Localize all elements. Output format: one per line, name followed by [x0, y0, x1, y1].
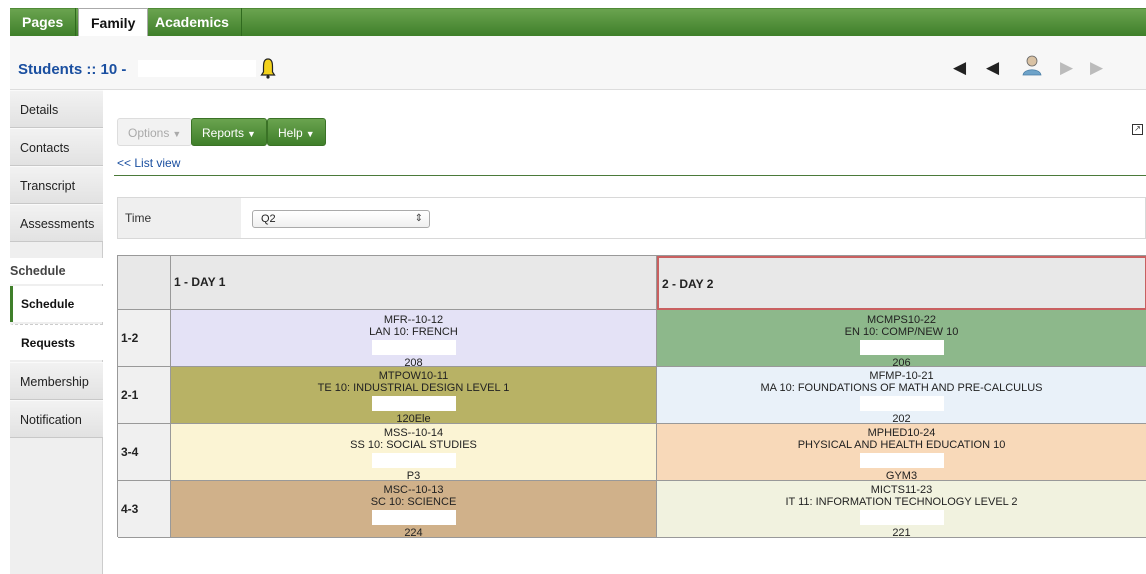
main-content: Options ▼ Reports ▼ Help ▼ ↗ << List view T…: [104, 90, 1146, 574]
first-record-icon[interactable]: ◀: [953, 58, 966, 78]
class-room: 224: [404, 527, 423, 538]
last-record-icon[interactable]: ▶: [1090, 58, 1103, 78]
reports-button[interactable]: Reports ▼: [191, 118, 267, 146]
schedule-grid: 1 - DAY 1 2 - DAY 2 1-2 MFR--10-12 LAN 1…: [117, 255, 1146, 538]
period-label: 1-2: [118, 310, 171, 367]
class-room: GYM3: [885, 470, 918, 481]
sidebar-item-transcript[interactable]: Transcript: [10, 166, 103, 204]
sidebar-item-details[interactable]: Details: [10, 90, 103, 128]
sidebar-item-contacts[interactable]: Contacts: [10, 128, 103, 166]
redacted-teacher: [371, 340, 456, 355]
class-title: EN 10: COMP/NEW 10: [844, 326, 959, 338]
class-cell[interactable]: MFR--10-12 LAN 10: FRENCH 208: [171, 310, 657, 367]
top-tab-bar: Pages Family Academics: [0, 0, 1146, 37]
student-profile-icon[interactable]: [1022, 54, 1042, 76]
class-cell[interactable]: MSS--10-14 SS 10: SOCIAL STUDIES P3: [171, 424, 657, 481]
time-filter-row: Time Q2 ⇕: [117, 197, 1146, 239]
redacted-teacher: [859, 396, 944, 411]
chevron-down-icon: ▼: [247, 129, 256, 139]
period-label: 2-1: [118, 367, 171, 424]
page-header: Students :: 10 - ◀ ◀ ▶ ▶: [10, 36, 1146, 90]
redacted-teacher: [371, 453, 456, 468]
class-code: MICTS11-23: [870, 484, 933, 496]
sidebar-item-assessments[interactable]: Assessments: [10, 204, 103, 242]
class-title: IT 11: INFORMATION TECHNOLOGY LEVEL 2: [785, 496, 1018, 508]
sidebar-group-schedule[interactable]: Schedule: [10, 258, 103, 284]
toolbar-divider: [114, 175, 1146, 176]
chevron-down-icon: ▼: [305, 129, 315, 139]
redacted-teacher: [859, 510, 944, 525]
class-room: 221: [892, 527, 911, 538]
class-code: MFR--10-12: [383, 314, 444, 326]
class-room: 120Ele: [396, 413, 431, 424]
class-title: TE 10: INDUSTRIAL DESIGN LEVEL 1: [317, 382, 510, 394]
class-code: MTPOW10-11: [378, 370, 449, 382]
class-code: MPHED10-24: [867, 427, 936, 439]
day2-header: 2 - DAY 2: [657, 256, 1146, 310]
class-room: 208: [404, 357, 423, 367]
select-arrows-icon: ⇕: [414, 213, 423, 224]
help-button[interactable]: Help ▼: [267, 118, 326, 146]
class-cell[interactable]: MTPOW10-11 TE 10: INDUSTRIAL DESIGN LEVE…: [171, 367, 657, 424]
class-code: MSS--10-14: [383, 427, 444, 439]
redacted-teacher: [371, 396, 456, 411]
redacted-teacher: [859, 453, 944, 468]
popout-window-icon[interactable]: ↗: [1132, 124, 1143, 135]
redacted-student-name: [138, 60, 256, 77]
period-label: 4-3: [118, 481, 171, 538]
class-title: LAN 10: FRENCH: [369, 326, 458, 338]
class-cell[interactable]: MFMP-10-21 MA 10: FOUNDATIONS OF MATH AN…: [657, 367, 1146, 424]
class-cell[interactable]: MSC--10-13 SC 10: SCIENCE 224: [171, 481, 657, 538]
next-record-icon[interactable]: ▶: [1060, 58, 1073, 78]
sidebar-item-notification[interactable]: Notification: [10, 400, 103, 438]
class-title: SC 10: SCIENCE: [370, 496, 457, 508]
class-title: SS 10: SOCIAL STUDIES: [350, 439, 477, 451]
bell-alert-icon[interactable]: [260, 57, 276, 79]
class-code: MFMP-10-21: [869, 370, 934, 382]
left-sidebar: Details Contacts Transcript Assessments …: [10, 90, 103, 574]
day1-header: 1 - DAY 1: [171, 256, 657, 310]
class-cell[interactable]: MICTS11-23 IT 11: INFORMATION TECHNOLOGY…: [657, 481, 1146, 538]
page-title: Students :: 10 -: [18, 61, 127, 78]
class-title: PHYSICAL AND HEALTH EDUCATION 10: [797, 439, 1006, 451]
class-code: MSC--10-13: [383, 484, 444, 496]
sidebar-subitem-schedule[interactable]: Schedule: [10, 286, 103, 322]
sidebar-item-membership[interactable]: Membership: [10, 362, 103, 400]
tab-academics[interactable]: Academics: [143, 8, 242, 36]
class-room: 206: [892, 357, 911, 367]
list-view-link[interactable]: << List view: [117, 156, 180, 170]
previous-record-icon[interactable]: ◀: [986, 58, 999, 78]
time-select[interactable]: Q2 ⇕: [252, 210, 430, 228]
class-code: MCMPS10-22: [866, 314, 937, 326]
period-label: 3-4: [118, 424, 171, 481]
class-title: MA 10: FOUNDATIONS OF MATH AND PRE-CALCU…: [760, 382, 1043, 394]
class-cell[interactable]: MCMPS10-22 EN 10: COMP/NEW 10 206: [657, 310, 1146, 367]
time-label: Time: [118, 198, 241, 238]
tab-family[interactable]: Family: [78, 8, 149, 37]
class-room: 202: [892, 413, 911, 424]
tab-pages[interactable]: Pages: [10, 8, 77, 36]
redacted-teacher: [859, 340, 944, 355]
sidebar-subitem-requests[interactable]: Requests: [10, 324, 103, 360]
redacted-teacher: [371, 510, 456, 525]
class-room: P3: [406, 470, 421, 481]
class-cell[interactable]: MPHED10-24 PHYSICAL AND HEALTH EDUCATION…: [657, 424, 1146, 481]
grid-corner-cell: [118, 256, 171, 310]
options-button[interactable]: Options ▼: [117, 118, 193, 146]
